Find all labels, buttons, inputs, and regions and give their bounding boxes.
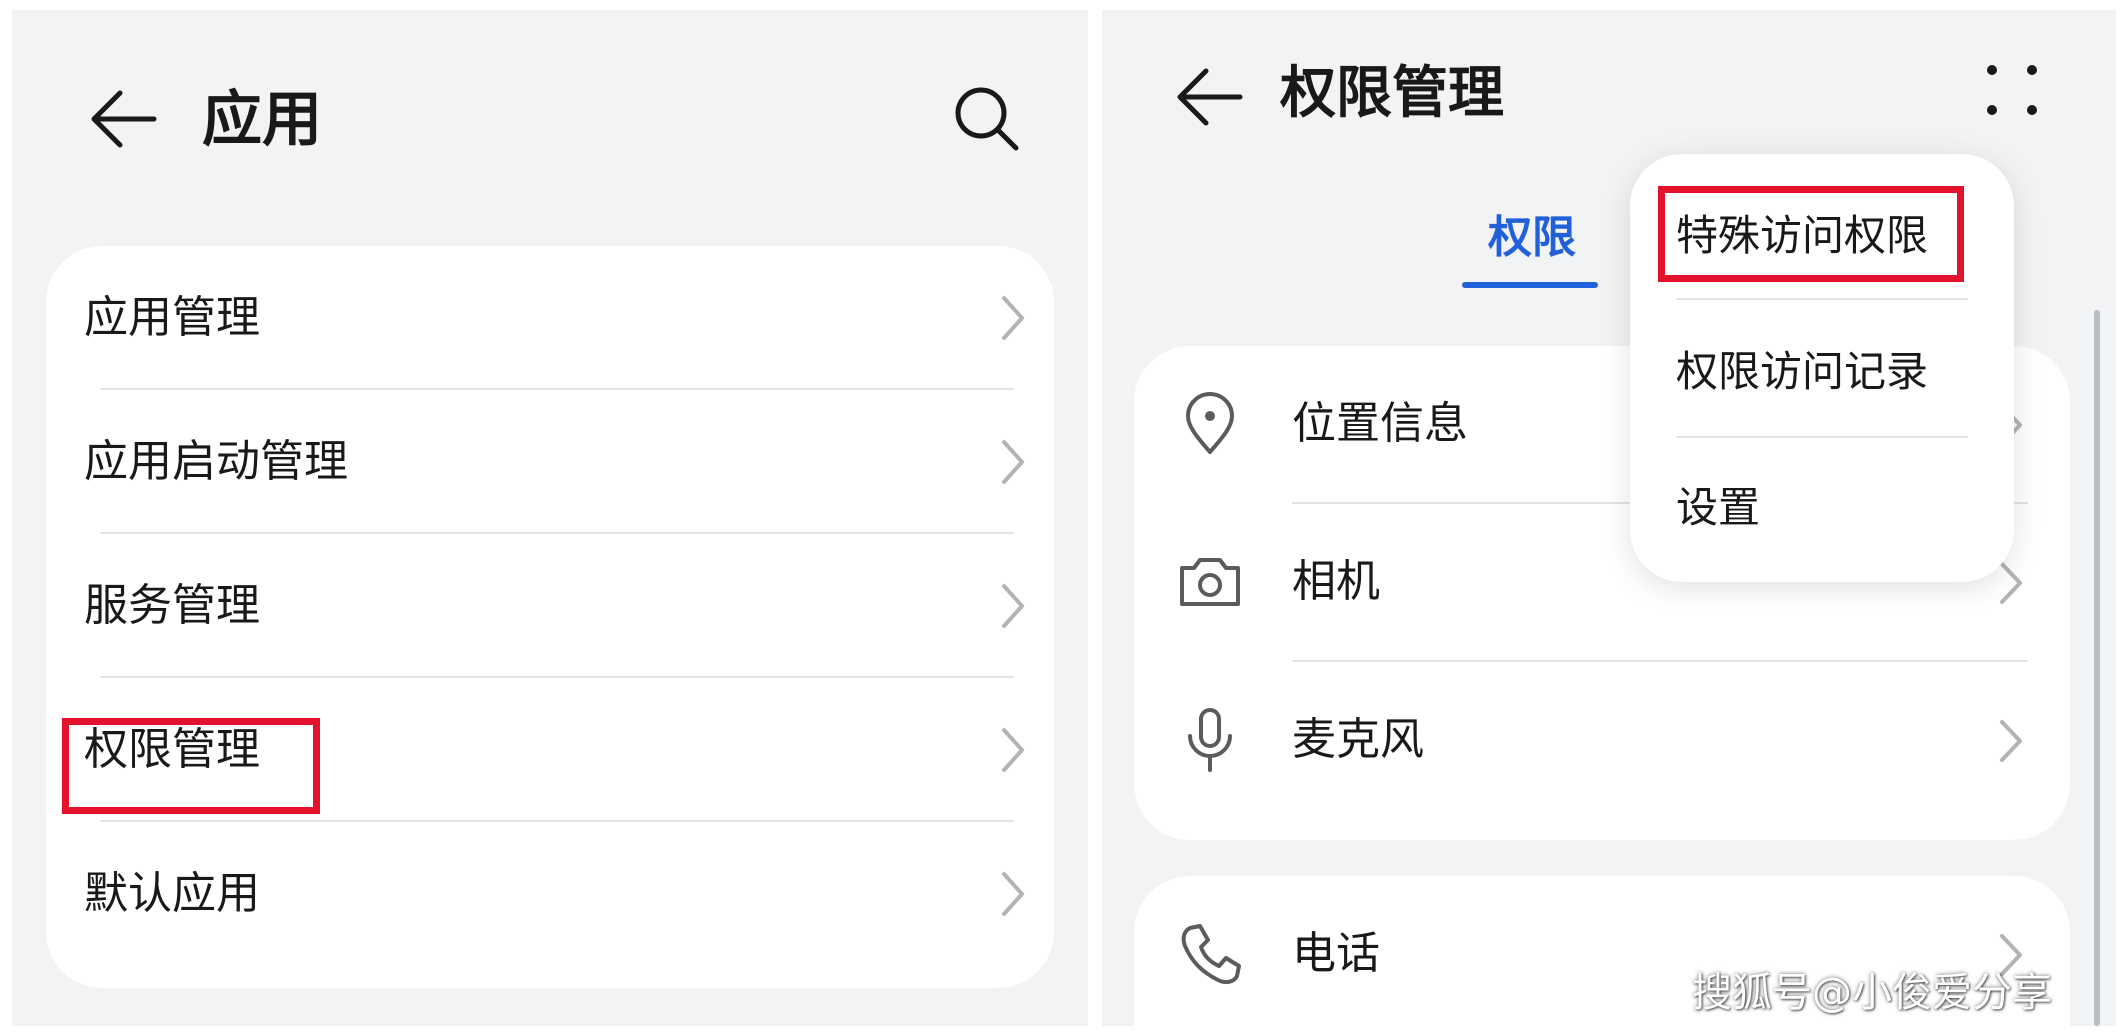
microphone-icon [1176, 706, 1244, 774]
highlight-box-special-access [1658, 186, 1964, 282]
menu-item-label: 默认应用 [84, 868, 260, 919]
back-arrow-icon[interactable] [80, 76, 166, 162]
search-icon[interactable] [948, 80, 1024, 156]
back-arrow-icon[interactable] [1166, 54, 1252, 140]
chevron-right-icon [1996, 558, 2026, 608]
permission-label: 电话 [1292, 928, 1380, 979]
popup-item-access-records[interactable]: 权限访问记录 [1676, 344, 1928, 400]
chevron-right-icon [1996, 716, 2026, 766]
chevron-right-icon [998, 724, 1028, 776]
location-pin-icon [1176, 390, 1244, 458]
page-title: 权限管理 [1280, 61, 1504, 126]
tab-active-indicator [1462, 282, 1598, 288]
page-title: 应用 [202, 85, 322, 155]
chevron-right-icon [998, 580, 1028, 632]
camera-icon [1176, 548, 1244, 616]
menu-item-app-management[interactable]: 应用管理 [46, 246, 1054, 390]
divider [1676, 436, 1968, 438]
tab-permissions[interactable]: 权限 [1488, 210, 1576, 266]
menu-item-label: 应用管理 [84, 292, 260, 343]
chevron-right-icon [998, 436, 1028, 488]
apps-settings-screen: 应用 应用管理 应用启动管理 服务管理 权限管理 默认应用 [12, 10, 1088, 1026]
popup-item-settings[interactable]: 设置 [1676, 480, 1760, 536]
menu-item-app-launch-management[interactable]: 应用启动管理 [46, 390, 1054, 534]
more-dots-icon[interactable] [1982, 60, 2042, 120]
chevron-right-icon [998, 292, 1028, 344]
menu-item-label: 应用启动管理 [84, 436, 348, 487]
highlight-box-permission-management [62, 718, 320, 814]
permission-item-microphone[interactable]: 麦克风 [1134, 662, 2070, 820]
permission-label: 位置信息 [1292, 398, 1468, 449]
permission-management-screen: 权限管理 权限 位置信息 相机 麦克风 电话 特殊访问权限 权限访问记录 设置 [1102, 10, 2116, 1026]
watermark-text: 搜狐号@小俊爱分享 [1692, 970, 2052, 1016]
menu-item-service-management[interactable]: 服务管理 [46, 534, 1054, 678]
permission-label: 相机 [1292, 556, 1380, 607]
menu-item-default-apps[interactable]: 默认应用 [46, 822, 1054, 966]
phone-icon [1176, 920, 1244, 988]
scrollbar[interactable] [2094, 310, 2100, 1026]
divider [1676, 298, 1968, 300]
menu-item-label: 服务管理 [84, 580, 260, 631]
chevron-right-icon [998, 868, 1028, 920]
apps-menu-card: 应用管理 应用启动管理 服务管理 权限管理 默认应用 [46, 246, 1054, 988]
permission-label: 麦克风 [1292, 714, 1424, 765]
